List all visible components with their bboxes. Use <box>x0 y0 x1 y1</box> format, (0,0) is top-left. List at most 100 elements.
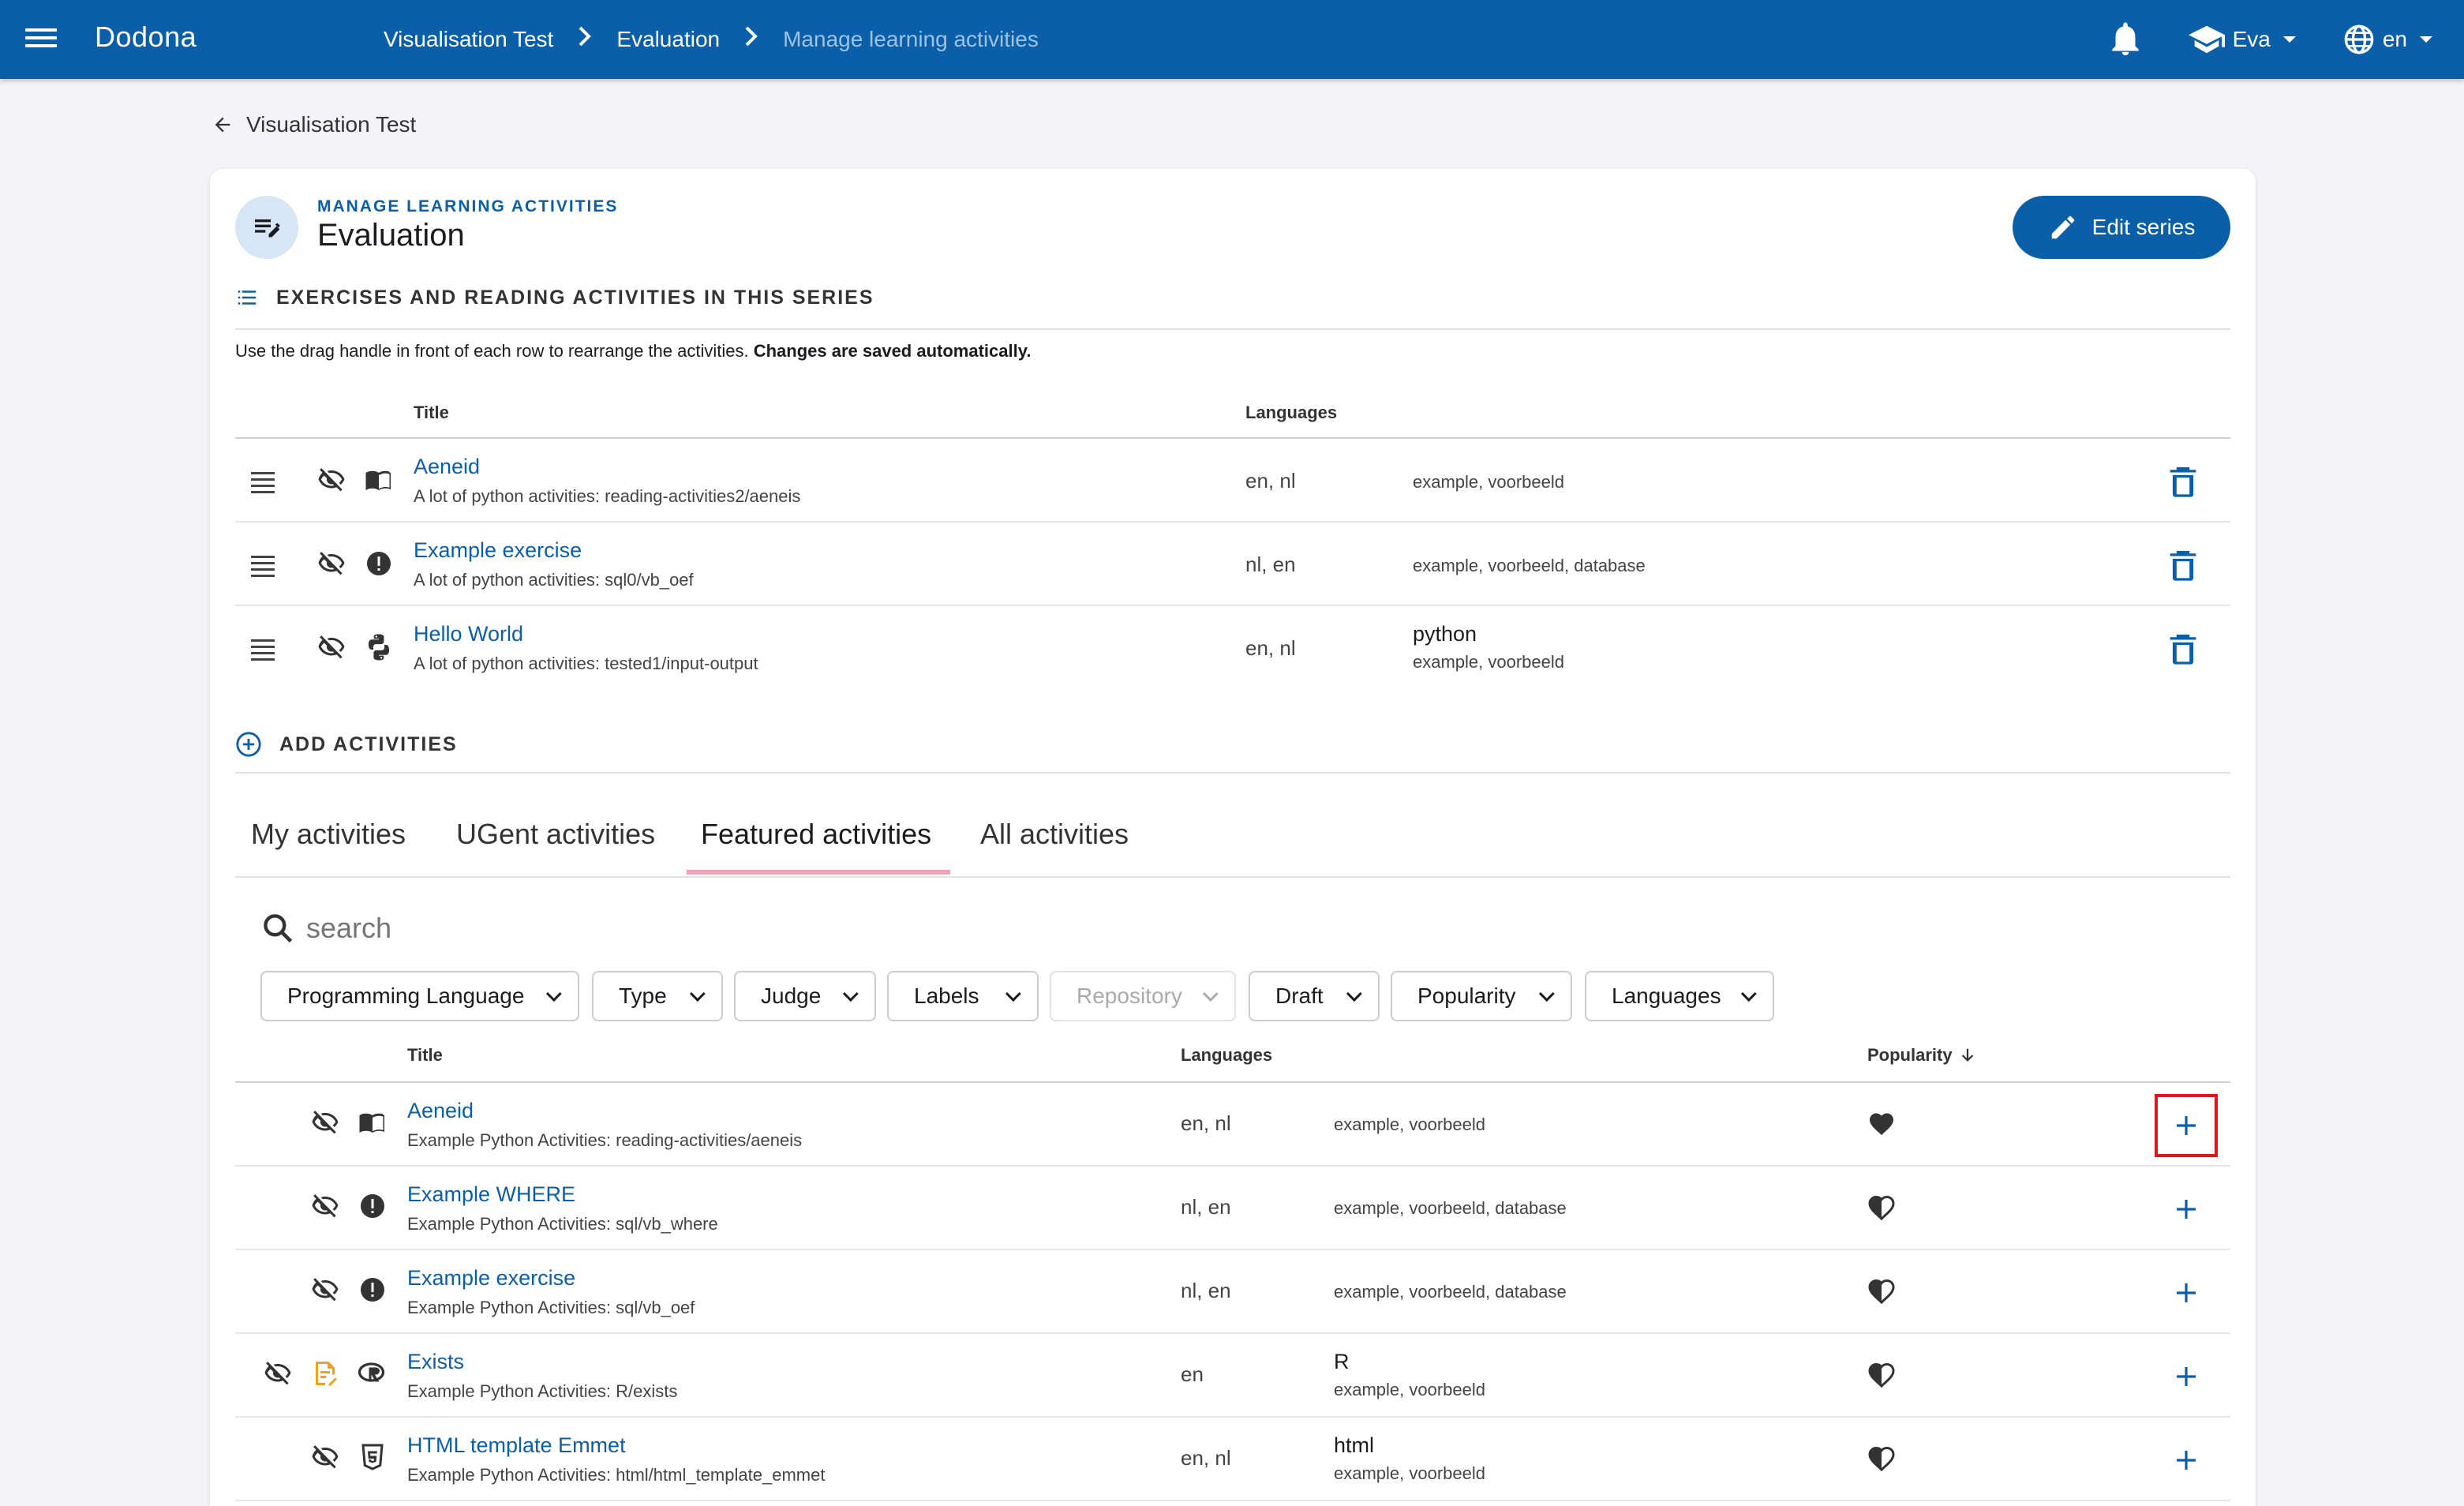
series-section-heading: EXERCISES AND READING ACTIVITIES IN THIS… <box>235 286 874 309</box>
breadcrumb: Visualisation Test Evaluation Manage lea… <box>384 25 1039 53</box>
activity-title-link[interactable]: Aeneid <box>414 455 480 479</box>
column-header-popularity[interactable]: Popularity <box>1867 1045 1976 1066</box>
html5-icon <box>361 1444 384 1470</box>
activity-title-link[interactable]: Example exercise <box>407 1266 575 1291</box>
chevron-down-icon <box>1202 986 1219 1002</box>
delete-icon[interactable] <box>2169 466 2197 497</box>
language-menu[interactable]: en <box>2343 24 2432 55</box>
back-link[interactable]: Visualisation Test <box>212 112 416 137</box>
notifications-button[interactable] <box>2110 22 2141 57</box>
tab-my-activities[interactable]: My activities <box>251 818 406 851</box>
filter-popularity[interactable]: Popularity <box>1391 971 1572 1021</box>
row-divider <box>235 605 2230 606</box>
activity-title-link[interactable]: Hello World <box>414 622 523 646</box>
chevron-down-icon <box>842 986 859 1002</box>
brand-logo-text[interactable]: Dodona <box>95 21 197 54</box>
activity-subtext: Example Python Activities: reading-activ… <box>407 1130 803 1150</box>
draft-icon <box>316 1362 337 1386</box>
activity-languages: nl, en <box>1181 1195 1231 1219</box>
heart-half-icon <box>1868 1446 1895 1472</box>
add-activity-button[interactable] <box>2169 1192 2204 1227</box>
eye-off-icon <box>318 635 345 659</box>
row-divider <box>235 1332 2230 1334</box>
r-language-icon <box>358 1362 385 1382</box>
search-icon <box>264 914 293 943</box>
activity-title-link[interactable]: HTML template Emmet <box>407 1433 626 1458</box>
filter-label: Popularity <box>1417 983 1516 1008</box>
divider <box>235 772 2230 774</box>
edit-series-button[interactable]: Edit series <box>2013 196 2230 259</box>
drag-hint-text: Use the drag handle in front of each row… <box>235 341 754 361</box>
delete-icon[interactable] <box>2169 633 2197 665</box>
alert-circle-icon <box>367 552 391 575</box>
filter-labels[interactable]: Labels <box>887 971 1039 1021</box>
tab-all-activities[interactable]: All activities <box>980 818 1129 851</box>
arrow-down-icon <box>1961 1048 1973 1062</box>
filter-draft[interactable]: Draft <box>1249 971 1380 1021</box>
eye-off-icon <box>312 1445 339 1469</box>
filter-languages[interactable]: Languages <box>1585 971 1774 1021</box>
card-title: Evaluation <box>317 218 465 253</box>
drag-hint-bold: Changes are saved automatically. <box>753 341 1032 361</box>
breadcrumb-course[interactable]: Visualisation Test <box>384 27 553 52</box>
filter-type[interactable]: Type <box>592 971 723 1021</box>
activity-title-link[interactable]: Example WHERE <box>407 1182 575 1207</box>
row-divider <box>235 1500 2230 1501</box>
plus-icon <box>2177 1200 2196 1219</box>
add-activity-button[interactable] <box>2169 1443 2204 1478</box>
eye-off-icon <box>318 552 345 575</box>
activity-title-link[interactable]: Exists <box>407 1350 464 1374</box>
breadcrumb-current: Manage learning activities <box>783 26 1039 51</box>
activity-programming-language: R <box>1334 1350 1350 1373</box>
activity-subtext: Example Python Activities: sql/vb_where <box>407 1214 718 1234</box>
heart-full-icon <box>1870 1113 1893 1136</box>
chevron-down-icon <box>1346 986 1362 1002</box>
add-activity-button[interactable] <box>2169 1276 2204 1310</box>
user-menu[interactable]: Eva <box>2188 25 2296 54</box>
activity-subtext: Example Python Activities: R/exists <box>407 1381 678 1401</box>
add-activity-button[interactable] <box>2169 1359 2204 1394</box>
heart-half-icon <box>1868 1279 1895 1305</box>
delete-icon[interactable] <box>2169 549 2197 581</box>
divider <box>235 328 2230 330</box>
activity-title-link[interactable]: Aeneid <box>407 1099 474 1123</box>
series-section-title: EXERCISES AND READING ACTIVITIES IN THIS… <box>276 286 874 309</box>
activity-languages: en, nl <box>1245 636 1296 660</box>
book-icon <box>365 470 391 491</box>
pencil-icon <box>2051 215 2074 239</box>
book-icon <box>359 1113 384 1133</box>
filter-judge[interactable]: Judge <box>734 971 876 1021</box>
drag-handle[interactable] <box>251 556 275 579</box>
top-app-bar: Dodona Visualisation Test Evaluation Man… <box>0 0 2464 79</box>
activity-subtext: A lot of python activities: tested1/inpu… <box>414 654 758 673</box>
chevron-down-icon <box>689 986 706 1002</box>
breadcrumb-series[interactable]: Evaluation <box>616 27 720 52</box>
drag-handle[interactable] <box>251 639 275 663</box>
activity-subtext: Example Python Activities: sql/vb_oef <box>407 1298 695 1317</box>
activity-labels: example, voorbeeld <box>1334 1115 1486 1134</box>
plus-icon <box>2177 1283 2196 1302</box>
menu-icon[interactable] <box>25 24 57 55</box>
activity-languages: en <box>1181 1362 1204 1386</box>
eye-off-icon <box>318 468 345 492</box>
search-input[interactable] <box>306 912 780 945</box>
filter-programming-language[interactable]: Programming Language <box>260 971 579 1021</box>
activity-subtext: Example Python Activities: html/html_tem… <box>407 1465 826 1485</box>
filter-label: Draft <box>1275 983 1324 1008</box>
drag-handle[interactable] <box>251 472 275 496</box>
filter-label: Repository <box>1077 983 1182 1008</box>
filter-repository: Repository <box>1050 971 1236 1021</box>
language-code: en <box>2382 27 2407 51</box>
filter-label: Labels <box>914 983 979 1008</box>
tab-ugent-activities[interactable]: UGent activities <box>456 818 655 851</box>
highlight-box <box>2155 1094 2218 1157</box>
tab-featured-activities[interactable]: Featured activities <box>701 818 931 851</box>
activity-title-link[interactable]: Example exercise <box>414 538 582 563</box>
activity-programming-language: python <box>1413 622 1477 646</box>
chevron-down-icon <box>1740 986 1757 1002</box>
activity-languages: en, nl <box>1181 1111 1231 1135</box>
list-icon <box>238 290 257 305</box>
filter-label: Languages <box>1612 983 1721 1008</box>
row-divider <box>235 521 2230 523</box>
activity-languages: nl, en <box>1245 553 1296 576</box>
